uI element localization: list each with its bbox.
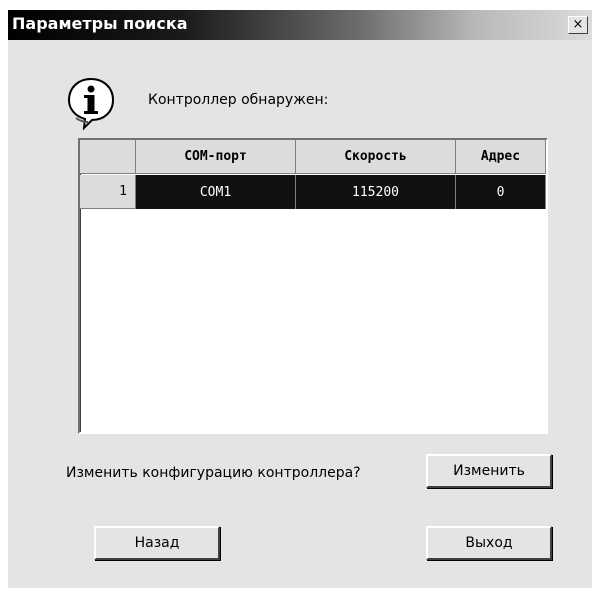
header-com-port[interactable]: COM-порт [136,140,296,174]
exit-button[interactable]: Выход [426,526,552,560]
header-address[interactable]: Адрес [456,140,546,174]
close-button[interactable]: × [568,16,588,34]
search-params-dialog: Параметры поиска × Контроллер обнаружен:… [8,10,592,588]
change-config-question: Изменить конфигурацию контроллера? [66,465,361,481]
info-icon [67,77,115,130]
close-icon: × [572,17,584,32]
header-corner [80,140,136,174]
back-button[interactable]: Назад [94,526,220,560]
cell-address[interactable]: 0 [456,175,546,209]
header-speed[interactable]: Скорость [296,140,456,174]
change-button[interactable]: Изменить [426,454,552,488]
cell-speed[interactable]: 115200 [296,175,456,209]
cell-com-port[interactable]: COM1 [136,175,296,209]
controller-table[interactable]: COM-порт Скорость Адрес 1 COM1 115200 0 [78,138,548,434]
status-message: Контроллер обнаружен: [148,92,329,108]
row-number[interactable]: 1 [80,175,136,209]
window-title: Параметры поиска [12,14,188,33]
title-bar: Параметры поиска × [8,10,592,40]
